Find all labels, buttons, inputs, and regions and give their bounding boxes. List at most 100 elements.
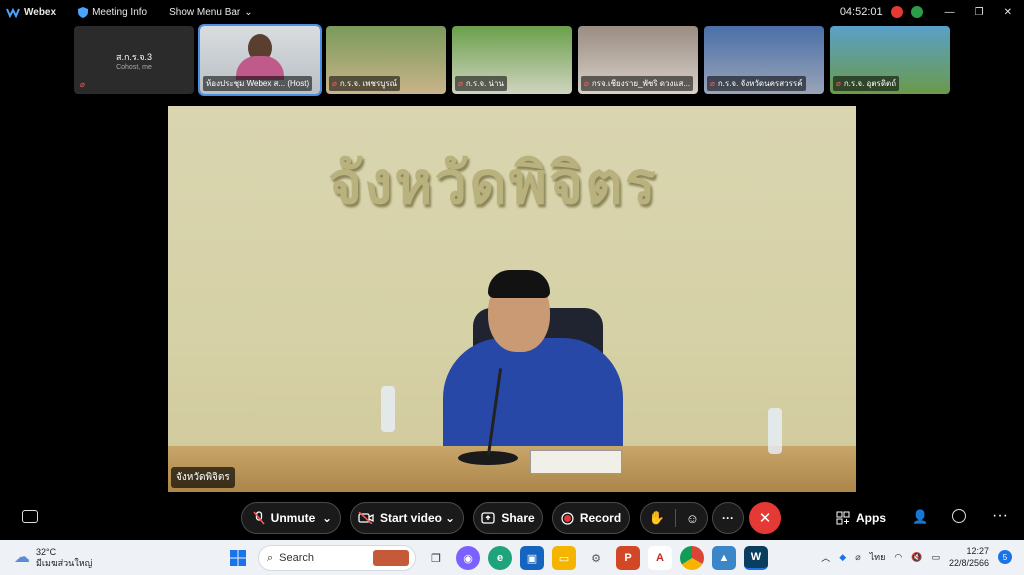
mic-off-icon: ⌀ [710, 79, 715, 88]
store-icon[interactable]: ▣ [520, 546, 544, 570]
show-menu-bar-button[interactable]: Show Menu Bar ⌄ [169, 7, 253, 18]
close-icon: ✕ [758, 510, 772, 527]
meeting-timer: 04:52:01 [839, 6, 883, 18]
mic-off-icon: ⌀ [80, 80, 85, 89]
file-explorer-icon[interactable]: ▭ [552, 546, 576, 570]
apps-icon [836, 511, 850, 525]
app-name: Webex [24, 6, 57, 18]
mic-off-icon: ⌀ [836, 79, 841, 88]
participant-name: ห้องประชุม Webex ส... (Host) [206, 79, 310, 88]
webex-logo-icon [6, 7, 20, 18]
participant-tile-self[interactable]: ส.ก.ร.จ.3 Cohost, me ⌀ [74, 26, 194, 94]
share-button[interactable]: Share [473, 502, 543, 534]
chevron-up-icon[interactable]: ︿ [821, 551, 830, 564]
participant-caption: ห้องประชุม Webex ส... (Host) [203, 76, 313, 91]
app-title: Webex [6, 6, 56, 18]
signal-strength-icon[interactable] [910, 6, 923, 18]
restore-icon[interactable]: ❐ [975, 7, 984, 18]
meeting-controls: Unmute ⌄ Start video ⌄ Share Record ✋ ☺ … [0, 500, 1024, 536]
start-video-button[interactable]: Start video ⌄ [350, 502, 464, 534]
record-icon [561, 511, 574, 525]
participant-name: ส.ก.ร.จ.3 [115, 52, 153, 62]
participant-tile-host[interactable]: ห้องประชุม Webex ส... (Host) [198, 24, 322, 96]
close-icon[interactable]: ✕ [1004, 7, 1012, 18]
participant-tile[interactable]: ⌀ ก.ร.จ. เพชรบูรณ์ [326, 26, 446, 94]
raise-hand-button[interactable]: ✋ ☺ [640, 502, 708, 534]
participant-tile[interactable]: ⌀ ก.ร.จ. จังหวัดนครสวรรค์ [704, 26, 824, 94]
powerpoint-icon[interactable]: P [616, 546, 640, 570]
reaction-icon[interactable]: ☺ [686, 511, 699, 526]
participant-name: กรจ.เชียงราย_พัชริ ดวงแส... [591, 79, 691, 88]
start-menu-icon[interactable] [226, 546, 250, 570]
temperature: 32°C [36, 546, 57, 557]
chat-app-icon[interactable]: ◉ [456, 546, 480, 570]
search-icon: ⌕ [267, 551, 274, 564]
share-label: Share [501, 511, 535, 525]
participant-name: ก.ร.จ. จังหวัดนครสวรรค์ [717, 79, 803, 88]
task-view-icon[interactable]: ❐ [424, 546, 448, 570]
language-indicator[interactable]: ไทย [870, 550, 886, 564]
recording-indicator-icon[interactable] [890, 6, 903, 18]
unmute-button[interactable]: Unmute ⌄ [241, 502, 341, 534]
meeting-info-button[interactable]: Meeting Info [78, 6, 148, 18]
shield-icon [78, 6, 89, 18]
search-label: Search [279, 552, 315, 564]
start-video-label: Start video [379, 511, 442, 525]
edge-icon[interactable]: e [488, 546, 512, 570]
participant-caption: ⌀ กรจ.เชียงราย_พัชริ ดวงแส... [581, 76, 694, 91]
security-icon[interactable]: ◆ [839, 552, 846, 563]
more-panels-icon[interactable]: ··· [992, 507, 1008, 525]
chat-icon[interactable] [952, 509, 966, 523]
image-viewer-icon[interactable]: ▲ [712, 546, 736, 570]
apps-button[interactable]: Apps [836, 502, 886, 534]
leave-meeting-button[interactable]: ✕ [749, 502, 781, 534]
participant-role: Cohost, me [116, 64, 152, 71]
participants-icon[interactable]: 👤 [912, 509, 928, 525]
participant-tile[interactable]: ⌀ ก.ร.จ. น่าน [452, 26, 572, 94]
weather-description: มีเมฆส่วนใหญ่ [36, 557, 93, 568]
participant-caption: ⌀ ก.ร.จ. เพชรบูรณ์ [329, 76, 401, 91]
participant-thumbnail-strip: ส.ก.ร.จ.3 Cohost, me ⌀ ห้องประชุม Webex … [74, 24, 950, 96]
hand-icon: ✋ [648, 510, 666, 525]
participant-tile[interactable]: ⌀ กรจ.เชียงราย_พัชริ ดวงแส... [578, 26, 698, 94]
water-bottle [381, 386, 395, 432]
unmute-label: Unmute [270, 511, 316, 525]
clock-time: 12:27 [966, 546, 989, 556]
chevron-down-icon[interactable]: ⌄ [322, 511, 332, 525]
divider [674, 509, 676, 527]
meeting-info-label: Meeting Info [92, 6, 148, 18]
minimize-icon[interactable]: — [945, 7, 955, 18]
notification-badge[interactable]: 5 [998, 550, 1012, 564]
clock[interactable]: 12:27 22/8/2566 [949, 545, 989, 569]
water-bottle [768, 408, 782, 454]
wifi-icon[interactable]: ◠ [894, 552, 902, 563]
name-plate [530, 450, 622, 474]
record-button[interactable]: Record [552, 502, 630, 534]
more-options-button[interactable]: ··· [712, 502, 744, 534]
mic-muted-icon[interactable]: ⌀ [855, 552, 860, 563]
show-menu-bar-label: Show Menu Bar [169, 6, 241, 18]
mic-off-icon: ⌀ [332, 79, 337, 88]
system-tray: ︿ ◆ ⌀ ไทย ◠ 🔇 ▭ 12:27 22/8/2566 5 [821, 545, 1012, 569]
active-speaker-video[interactable]: จังหวัดพิจิตร จังหวัดพิจิตร [168, 106, 856, 492]
participant-caption: ⌀ ก.ร.จ. อุตรดิตถ์ [833, 76, 900, 91]
chevron-down-icon[interactable]: ⌄ [445, 511, 455, 525]
settings-icon[interactable]: ⚙ [584, 546, 608, 570]
cloud-icon: ☁ [14, 549, 30, 566]
search-highlight-icon [373, 550, 409, 566]
participant-caption: ⌀ ก.ร.จ. น่าน [455, 76, 507, 91]
acrobat-icon[interactable]: A [648, 546, 672, 570]
battery-icon[interactable]: ▭ [931, 552, 940, 563]
taskbar-search[interactable]: ⌕ Search [258, 545, 416, 571]
captions-icon[interactable] [22, 510, 38, 523]
chevron-down-icon: ⌄ [244, 6, 253, 18]
webex-taskbar-icon[interactable]: W [744, 546, 768, 570]
participant-name: ก.ร.จ. อุตรดิตถ์ [843, 79, 897, 88]
chrome-icon[interactable] [680, 546, 704, 570]
windows-taskbar: ☁ 32°C มีเมฆส่วนใหญ่ ⌕ Search ❐ ◉ e ▣ ▭ … [0, 540, 1024, 575]
participant-name: ก.ร.จ. เพชรบูรณ์ [339, 79, 398, 88]
weather-widget[interactable]: ☁ 32°C มีเมฆส่วนใหญ่ [0, 547, 220, 569]
window-title-bar: Webex Meeting Info Show Menu Bar ⌄ 04:52… [0, 0, 1024, 24]
volume-muted-icon[interactable]: 🔇 [911, 552, 922, 563]
participant-tile[interactable]: ⌀ ก.ร.จ. อุตรดิตถ์ [830, 26, 950, 94]
